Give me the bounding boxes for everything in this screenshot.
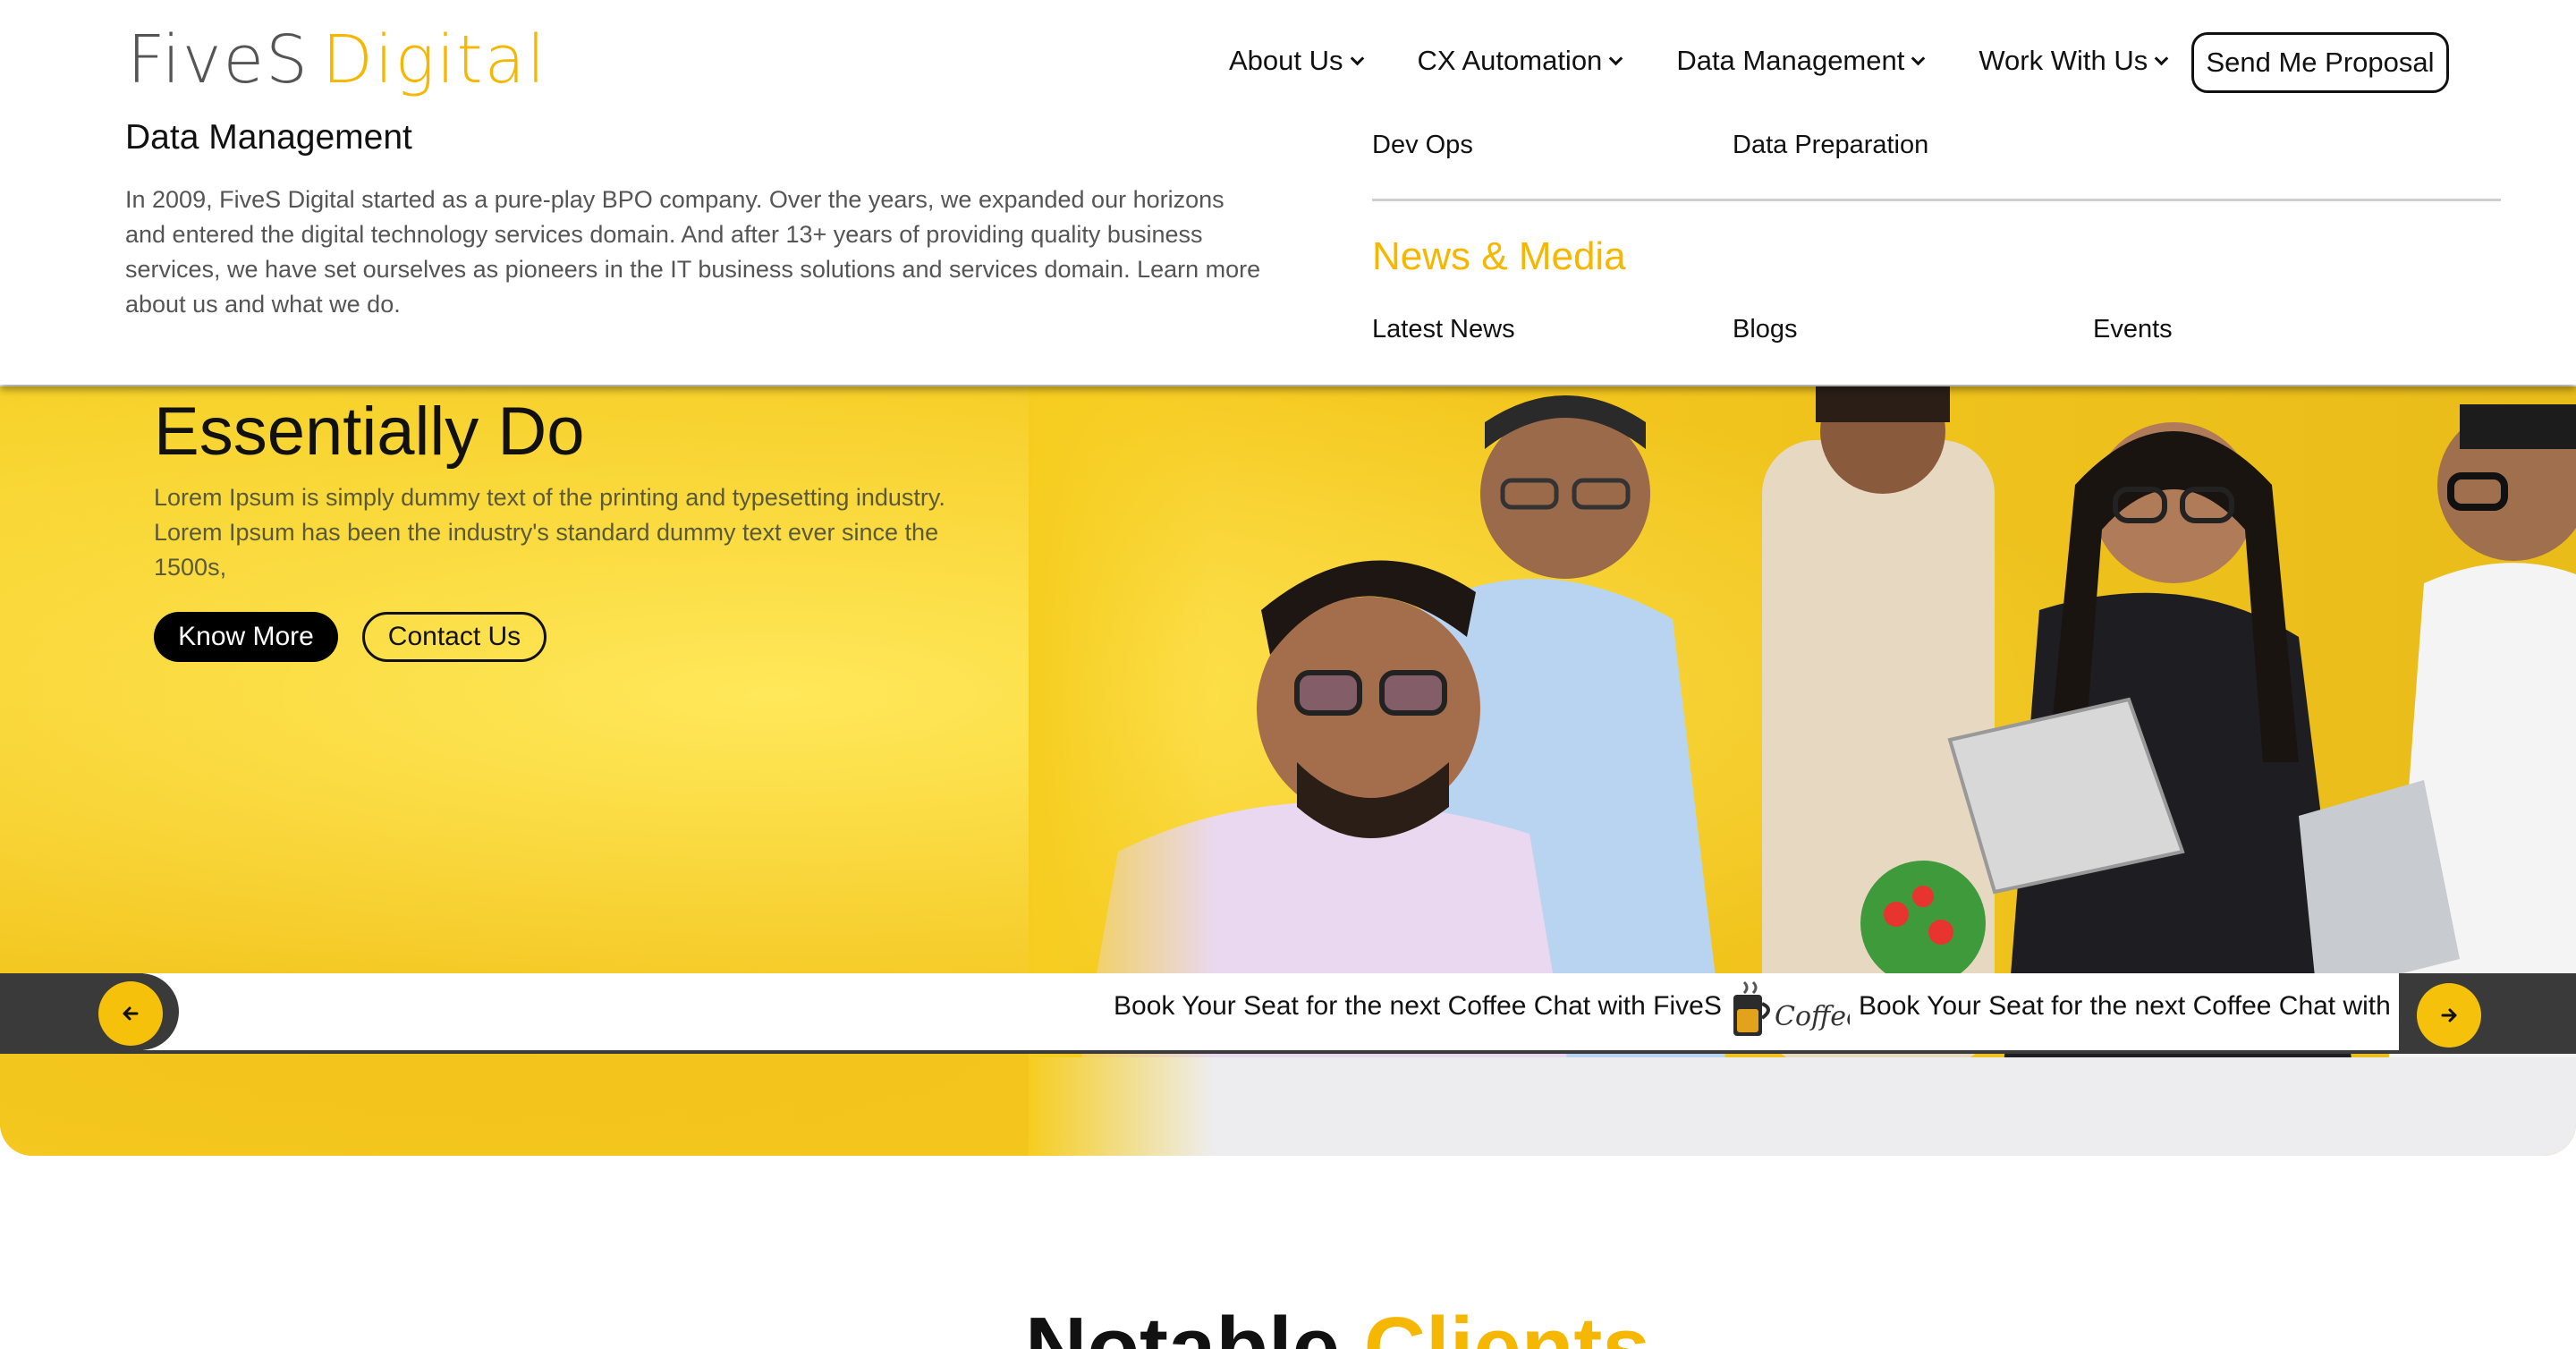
coffee-logo-icon: Coffee bbox=[1733, 980, 1850, 1036]
dropdown-title: Data Management bbox=[125, 118, 412, 157]
carousel-prev-button[interactable] bbox=[98, 981, 163, 1046]
nav-work-with-us[interactable]: Work With Us bbox=[1979, 45, 2169, 77]
carousel-next-button[interactable] bbox=[2417, 983, 2481, 1048]
nav-work-with-us-label: Work With Us bbox=[1979, 45, 2148, 76]
dropdown-link-latest-news[interactable]: Latest News bbox=[1372, 315, 1515, 344]
chevron-down-icon bbox=[1350, 51, 1364, 65]
ticker-message-2[interactable]: Book Your Seat for the next Coffee Chat … bbox=[1859, 991, 2391, 1022]
logo-part-1: FiveS bbox=[127, 21, 310, 98]
site-header: FiveS Digital About Us CX Automation Data… bbox=[0, 0, 2576, 385]
nav-about-us-label: About Us bbox=[1229, 45, 1343, 76]
hero-description: Lorem Ipsum is simply dummy text of the … bbox=[154, 484, 945, 581]
dropdown-link-dev-ops[interactable]: Dev Ops bbox=[1372, 131, 1473, 160]
logo[interactable]: FiveS Digital bbox=[127, 20, 547, 100]
ticker-message-1[interactable]: Book Your Seat for the next Coffee Chat … bbox=[1114, 991, 1722, 1022]
know-more-button[interactable]: Know More bbox=[154, 612, 338, 662]
dropdown-description: In 2009, FiveS Digital started as a pure… bbox=[125, 186, 1261, 318]
coffee-logo-text: Coffee bbox=[1775, 1001, 1850, 1032]
main-nav: About Us CX Automation Data Management W… bbox=[1229, 36, 2222, 86]
nav-cx-automation[interactable]: CX Automation bbox=[1417, 45, 1623, 77]
send-proposal-button[interactable]: Send Me Proposal bbox=[2191, 32, 2449, 93]
chevron-down-icon bbox=[1911, 51, 1926, 65]
dropdown-link-events[interactable]: Events bbox=[2093, 315, 2173, 344]
chevron-down-icon bbox=[1609, 51, 1623, 65]
nav-data-management-label: Data Management bbox=[1676, 45, 1905, 76]
contact-us-button[interactable]: Contact Us bbox=[362, 612, 547, 662]
arrow-right-icon bbox=[2441, 1008, 2457, 1022]
notable-clients-heading: Notable Clients bbox=[1025, 1299, 1650, 1349]
hero-title: Essentially Do bbox=[154, 394, 585, 470]
logo-part-2: Digital bbox=[322, 21, 547, 98]
nav-data-management[interactable]: Data Management bbox=[1676, 45, 1926, 77]
dropdown-link-data-preparation[interactable]: Data Preparation bbox=[1733, 131, 1928, 160]
news-media-heading: News & Media bbox=[1372, 234, 1626, 278]
clients-title-part-2: Clients bbox=[1363, 1300, 1650, 1349]
chevron-down-icon bbox=[2154, 51, 2169, 65]
nav-cx-automation-label: CX Automation bbox=[1417, 45, 1603, 76]
arrow-left-icon bbox=[123, 1006, 139, 1021]
dropdown-divider bbox=[1372, 199, 2501, 201]
nav-about-us[interactable]: About Us bbox=[1229, 45, 1364, 77]
dropdown-link-blogs[interactable]: Blogs bbox=[1733, 315, 1798, 344]
clients-title-part-1: Notable bbox=[1025, 1300, 1341, 1349]
